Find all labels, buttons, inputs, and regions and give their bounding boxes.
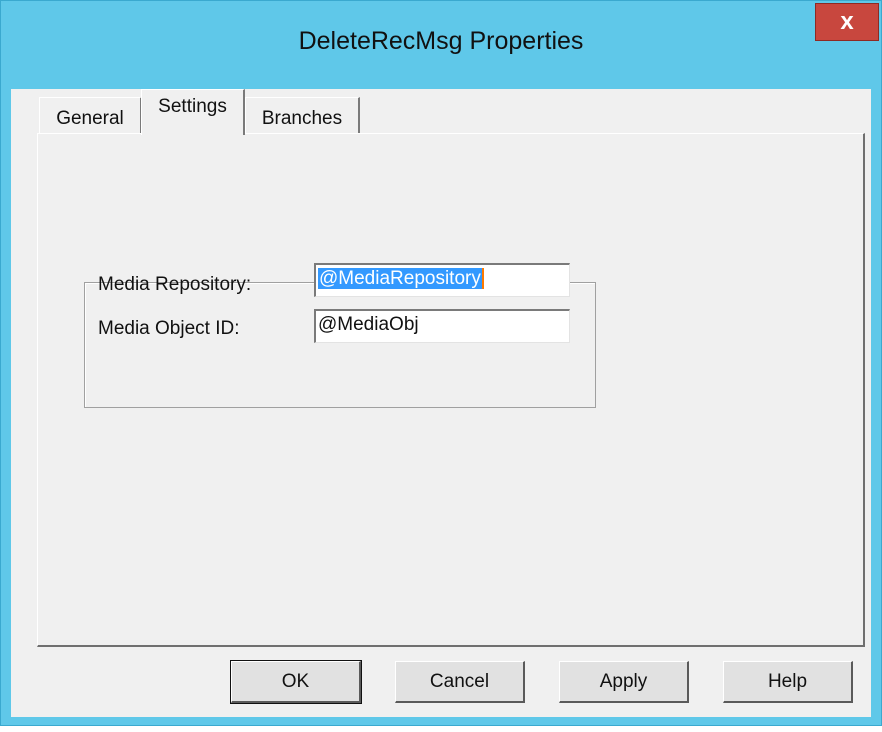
media-object-id-label: Media Object ID: xyxy=(98,318,240,339)
tab-general[interactable]: General xyxy=(39,97,142,133)
window-title: DeleteRecMsg Properties xyxy=(298,27,584,55)
media-object-id-value: @MediaObj xyxy=(318,314,419,335)
properties-window: DeleteRecMsg Properties x Media Reposito… xyxy=(0,0,882,726)
media-repository-label: Media Repository: xyxy=(98,274,252,295)
title-bar[interactable]: DeleteRecMsg Properties x xyxy=(1,1,881,89)
settings-groupbox xyxy=(84,282,596,408)
media-repository-input[interactable]: @MediaRepository xyxy=(314,263,570,297)
media-object-id-input[interactable]: @MediaObj xyxy=(314,309,570,343)
tab-settings[interactable]: Settings xyxy=(141,89,245,135)
help-button[interactable]: Help xyxy=(723,661,853,703)
tab-panel-settings: Media Repository: @MediaRepository Media… xyxy=(37,133,865,647)
close-button[interactable]: x xyxy=(815,3,879,41)
tab-branches[interactable]: Branches xyxy=(245,97,360,133)
dialog-client-area: Media Repository: @MediaRepository Media… xyxy=(11,89,871,717)
media-repository-value: @MediaRepository xyxy=(318,268,484,289)
close-icon: x xyxy=(840,8,854,35)
ok-button[interactable]: OK xyxy=(230,660,362,704)
apply-button[interactable]: Apply xyxy=(559,661,689,703)
cancel-button[interactable]: Cancel xyxy=(395,661,525,703)
